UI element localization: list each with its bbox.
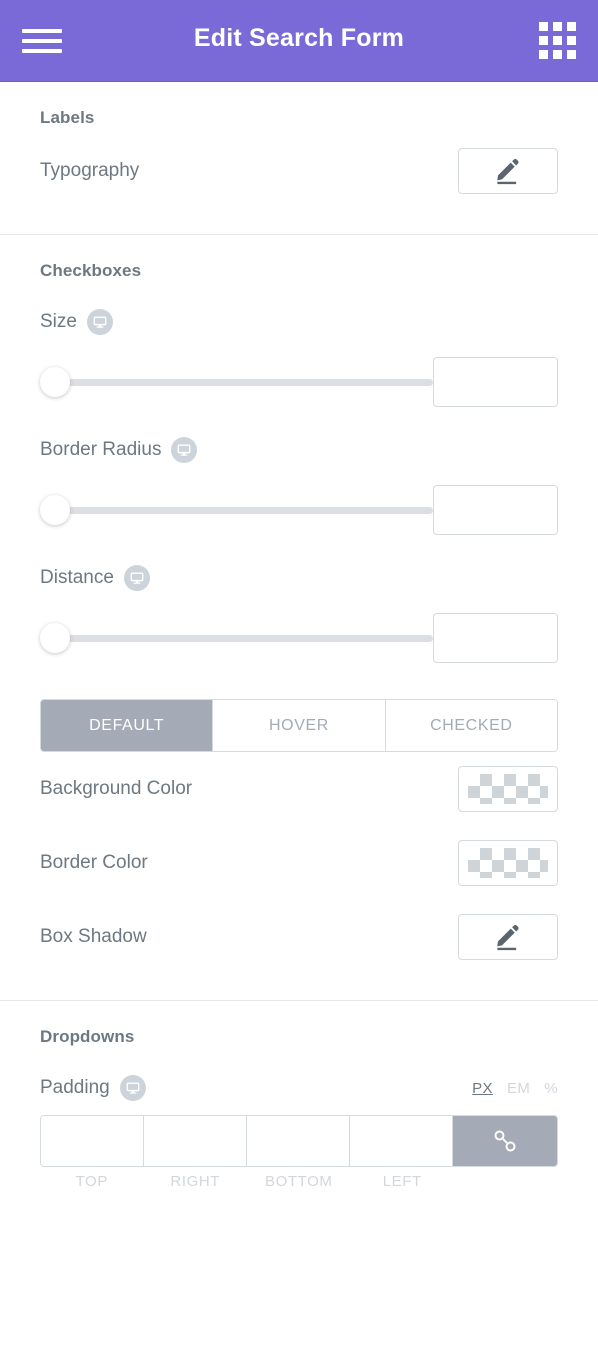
grid-apps-icon[interactable]	[539, 22, 576, 59]
background-color-label: Background Color	[40, 778, 193, 799]
box-shadow-label: Box Shadow	[40, 926, 147, 947]
padding-left-label: LEFT	[382, 1173, 422, 1190]
size-slider[interactable]	[40, 367, 433, 397]
desktop-icon[interactable]	[119, 1075, 146, 1101]
section-dropdowns: Dropdowns Padding PX EM % TOP RIGHT BOTT…	[0, 1000, 598, 1190]
border-color-label: Border Color	[40, 852, 148, 873]
box-shadow-edit-button[interactable]	[458, 914, 558, 960]
padding-field-labels: TOP RIGHT BOTTOM LEFT	[40, 1173, 558, 1190]
transparency-checker-icon	[468, 774, 548, 804]
row-typography: Typography	[40, 134, 558, 208]
pencil-icon	[497, 924, 519, 951]
border-radius-slider-handle[interactable]	[40, 495, 70, 525]
page-title: Edit Search Form	[193, 24, 405, 52]
padding-link-values-button[interactable]	[453, 1116, 557, 1166]
unit-percent[interactable]: %	[544, 1080, 558, 1097]
padding-top-label: TOP	[75, 1173, 108, 1190]
padding-inputs	[40, 1115, 558, 1167]
desktop-icon[interactable]	[123, 565, 150, 591]
link-chain-icon	[494, 1130, 516, 1152]
border-radius-control-row	[40, 485, 558, 535]
border-radius-slider-track	[40, 506, 433, 514]
distance-slider-handle[interactable]	[40, 623, 70, 653]
padding-label: Padding	[40, 1077, 110, 1098]
distance-label: Distance	[40, 567, 114, 588]
desktop-monitor-icon	[130, 572, 144, 584]
padding-labels-spacer	[454, 1173, 558, 1190]
pencil-icon	[497, 158, 519, 185]
padding-right-label: RIGHT	[170, 1173, 221, 1190]
padding-right-input[interactable]	[144, 1116, 247, 1166]
padding-bottom-input[interactable]	[247, 1116, 350, 1166]
panel-header: Edit Search Form	[0, 0, 598, 82]
border-radius-label: Border Radius	[40, 439, 162, 460]
typography-label: Typography	[40, 160, 140, 181]
border-radius-slider[interactable]	[40, 495, 433, 525]
row-background-color: Background Color	[40, 752, 558, 826]
section-title-dropdowns: Dropdowns	[40, 1027, 135, 1046]
desktop-icon[interactable]	[171, 437, 198, 463]
tab-default[interactable]: DEFAULT	[41, 700, 214, 751]
size-input[interactable]	[433, 357, 558, 407]
padding-top-input[interactable]	[41, 1116, 144, 1166]
background-color-swatch[interactable]	[458, 766, 558, 812]
size-label: Size	[40, 311, 77, 332]
size-slider-handle[interactable]	[40, 367, 70, 397]
distance-input[interactable]	[433, 613, 558, 663]
distance-control-row	[40, 613, 558, 663]
edit-search-form-panel: Edit Search Form Labels Typography Check…	[0, 0, 598, 1348]
padding-bottom-label: BOTTOM	[265, 1173, 333, 1190]
state-tabs: DEFAULT HOVER CHECKED	[40, 699, 558, 752]
section-labels: Labels Typography	[0, 82, 598, 234]
unit-em[interactable]: EM	[507, 1080, 530, 1097]
unit-selector: PX EM %	[472, 1080, 558, 1097]
distance-slider[interactable]	[40, 623, 433, 653]
padding-label-row: Padding	[40, 1075, 146, 1101]
border-color-swatch[interactable]	[458, 840, 558, 886]
section-checkboxes: Checkboxes Size Border Radius Distance D…	[0, 234, 598, 1000]
distance-label-row: Distance	[40, 565, 558, 591]
transparency-checker-icon	[468, 848, 548, 878]
section-title-checkboxes: Checkboxes	[40, 261, 142, 280]
desktop-monitor-icon	[93, 316, 107, 328]
row-box-shadow: Box Shadow	[40, 900, 558, 974]
tab-hover[interactable]: HOVER	[213, 700, 386, 751]
size-slider-track	[40, 378, 433, 386]
distance-slider-track	[40, 634, 433, 642]
size-label-row: Size	[40, 309, 558, 335]
unit-px[interactable]: PX	[472, 1080, 493, 1097]
desktop-monitor-icon	[126, 1082, 140, 1094]
desktop-monitor-icon	[178, 444, 191, 456]
border-radius-input[interactable]	[433, 485, 558, 535]
tab-checked[interactable]: CHECKED	[385, 700, 557, 751]
desktop-icon[interactable]	[86, 309, 113, 335]
padding-left-input[interactable]	[350, 1116, 453, 1166]
row-border-color: Border Color	[40, 826, 558, 900]
border-radius-label-row: Border Radius	[40, 437, 558, 463]
typography-edit-button[interactable]	[458, 148, 558, 194]
section-title-labels: Labels	[40, 108, 95, 127]
size-control-row	[40, 357, 558, 407]
hamburger-menu-icon[interactable]	[22, 26, 62, 56]
padding-header-row: Padding PX EM %	[40, 1075, 558, 1101]
